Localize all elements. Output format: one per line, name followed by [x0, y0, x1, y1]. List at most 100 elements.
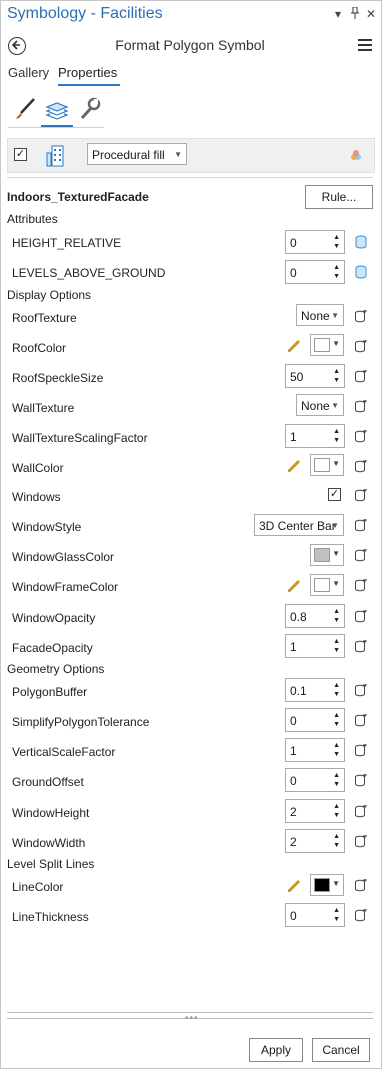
tool-divider — [8, 127, 104, 128]
active-tab-indicator — [58, 84, 120, 86]
label-roof-texture: RoofTexture — [12, 311, 77, 325]
label-windows: Windows — [12, 490, 61, 504]
attr-label-height-relative: HEIGHT_RELATIVE — [12, 236, 122, 250]
line-color-swatch[interactable]: ▼ — [310, 874, 344, 896]
attribute-mapping-icon[interactable] — [354, 369, 368, 384]
label-window-style: WindowStyle — [12, 520, 82, 534]
window-height-spinner[interactable]: 2 ▲ ▼ — [285, 799, 345, 823]
height-relative-spinner[interactable]: 0 ▲ ▼ — [285, 230, 345, 254]
roof-color-swatch[interactable]: ▼ — [310, 334, 344, 356]
label-roof-speckle-size: RoofSpeckleSize — [12, 371, 104, 385]
attribute-mapping-icon[interactable] — [354, 429, 368, 444]
attribute-mapping-icon[interactable] — [354, 834, 368, 849]
chevron-down-icon: ▼ — [332, 879, 340, 888]
attribute-mapping-icon[interactable] — [354, 339, 368, 354]
window-style-dropdown[interactable]: 3D Center Bar ▼ — [254, 514, 344, 536]
chevron-down-icon: ▼ — [332, 579, 340, 588]
layers-icon[interactable] — [44, 96, 70, 122]
label-simplify-polygon-tolerance: SimplifyPolygonTolerance — [12, 715, 150, 729]
pane-titlebar: Symbology - Facilities ▾ ✕ — [0, 0, 380, 30]
wall-texture-dropdown[interactable]: None ▼ — [296, 394, 344, 416]
resize-grip-icon[interactable]: ••• — [185, 1013, 199, 1024]
vertical-scale-spinner[interactable]: 1 ▲ ▼ — [285, 738, 345, 762]
attribute-mapping-icon[interactable] — [354, 743, 368, 758]
section-geometry-options: Geometry Options — [7, 662, 105, 676]
levels-above-ground-spinner[interactable]: 0 ▲ ▼ — [285, 260, 345, 284]
roof-speckle-size-spinner[interactable]: 50 ▲ ▼ — [285, 364, 345, 388]
pin-icon[interactable] — [350, 6, 360, 22]
layer-enabled-checkbox[interactable]: ✓ — [14, 148, 27, 161]
attr-label-levels-above-ground: LEVELS_ABOVE_GROUND — [12, 266, 166, 280]
label-wall-texture-scaling: WallTextureScalingFactor — [12, 431, 148, 445]
section-attributes: Attributes — [7, 212, 58, 226]
database-connected-icon[interactable] — [354, 235, 368, 249]
attribute-mapping-icon[interactable] — [354, 578, 368, 593]
window-frame-color-swatch[interactable]: ▼ — [310, 574, 344, 596]
line-thickness-spinner[interactable]: 0 ▲ ▼ — [285, 903, 345, 927]
facade-opacity-spinner[interactable]: 1 ▲ ▼ — [285, 634, 345, 658]
fill-type-dropdown[interactable]: Procedural fill ▼ — [87, 143, 187, 165]
label-window-opacity: WindowOpacity — [12, 611, 96, 625]
wall-texture-scaling-spinner[interactable]: 1 ▲ ▼ — [285, 424, 345, 448]
window-glass-color-swatch[interactable]: ▼ — [310, 544, 344, 566]
label-roof-color: RoofColor — [12, 341, 67, 355]
window-opacity-spinner[interactable]: 0.8 ▲ ▼ — [285, 604, 345, 628]
attribute-mapping-icon[interactable] — [354, 488, 368, 503]
layer-toolbar: ✓ Procedural fill ▼ — [7, 138, 375, 173]
attribute-mapping-icon[interactable] — [354, 683, 368, 698]
chevron-down-icon: ▼ — [332, 549, 340, 558]
label-window-glass-color: WindowGlassColor — [12, 550, 115, 564]
database-connected-icon[interactable] — [354, 265, 368, 279]
cancel-button[interactable]: Cancel — [312, 1038, 370, 1062]
attribute-mapping-icon[interactable] — [354, 399, 368, 414]
pane-title: Symbology - Facilities — [7, 5, 163, 22]
attribute-mapping-icon[interactable] — [354, 639, 368, 654]
apply-button[interactable]: Apply — [249, 1038, 303, 1062]
attribute-mapping-icon[interactable] — [354, 713, 368, 728]
ground-offset-spinner[interactable]: 0 ▲ ▼ — [285, 768, 345, 792]
windows-checkbox[interactable]: ✓ — [328, 488, 341, 501]
hamburger-menu-icon[interactable] — [358, 39, 372, 54]
attribute-mapping-icon[interactable] — [354, 548, 368, 563]
pencil-icon[interactable] — [286, 338, 302, 354]
attribute-mapping-icon[interactable] — [354, 878, 368, 893]
label-polygon-buffer: PolygonBuffer — [12, 685, 88, 699]
polygon-buffer-spinner[interactable]: 0.1 ▲ ▼ — [285, 678, 345, 702]
window-width-spinner[interactable]: 2 ▲ ▼ — [285, 829, 345, 853]
pane-options-chevron-icon[interactable]: ▾ — [335, 7, 341, 21]
chevron-down-icon: ▼ — [332, 459, 340, 468]
label-window-frame-color: WindowFrameColor — [12, 580, 119, 594]
chevron-down-icon: ▼ — [332, 339, 340, 348]
lock-color-icon[interactable] — [348, 147, 364, 166]
rule-name: Indoors_TexturedFacade — [7, 190, 149, 204]
label-line-thickness: LineThickness — [12, 910, 89, 924]
attribute-mapping-icon[interactable] — [354, 518, 368, 533]
wrench-icon[interactable] — [77, 96, 103, 122]
panel-title: Format Polygon Symbol — [115, 37, 265, 53]
rule-button[interactable]: Rule... — [305, 185, 373, 209]
attribute-mapping-icon[interactable] — [354, 773, 368, 788]
tab-properties[interactable]: Properties — [58, 65, 117, 80]
attribute-mapping-icon[interactable] — [354, 459, 368, 474]
pencil-icon[interactable] — [286, 458, 302, 474]
label-wall-color: WallColor — [12, 461, 64, 475]
attribute-mapping-icon[interactable] — [354, 309, 368, 324]
building-texture-icon — [46, 143, 68, 170]
pencil-icon[interactable] — [286, 578, 302, 594]
paintbrush-icon[interactable] — [12, 96, 38, 122]
section-display-options: Display Options — [7, 288, 92, 302]
tab-gallery[interactable]: Gallery — [8, 65, 49, 80]
roof-texture-dropdown[interactable]: None ▼ — [296, 304, 344, 326]
pencil-icon[interactable] — [286, 878, 302, 894]
attribute-mapping-icon[interactable] — [354, 804, 368, 819]
chevron-down-icon: ▼ — [174, 150, 182, 159]
close-icon[interactable]: ✕ — [366, 7, 376, 21]
label-window-width: WindowWidth — [12, 836, 86, 850]
attribute-mapping-icon[interactable] — [354, 908, 368, 923]
chevron-down-icon: ▼ — [331, 401, 339, 410]
wall-color-swatch[interactable]: ▼ — [310, 454, 344, 476]
attribute-mapping-icon[interactable] — [354, 609, 368, 624]
label-ground-offset: GroundOffset — [12, 775, 84, 789]
chevron-down-icon: ▼ — [331, 311, 339, 320]
simplify-tolerance-spinner[interactable]: 0 ▲ ▼ — [285, 708, 345, 732]
